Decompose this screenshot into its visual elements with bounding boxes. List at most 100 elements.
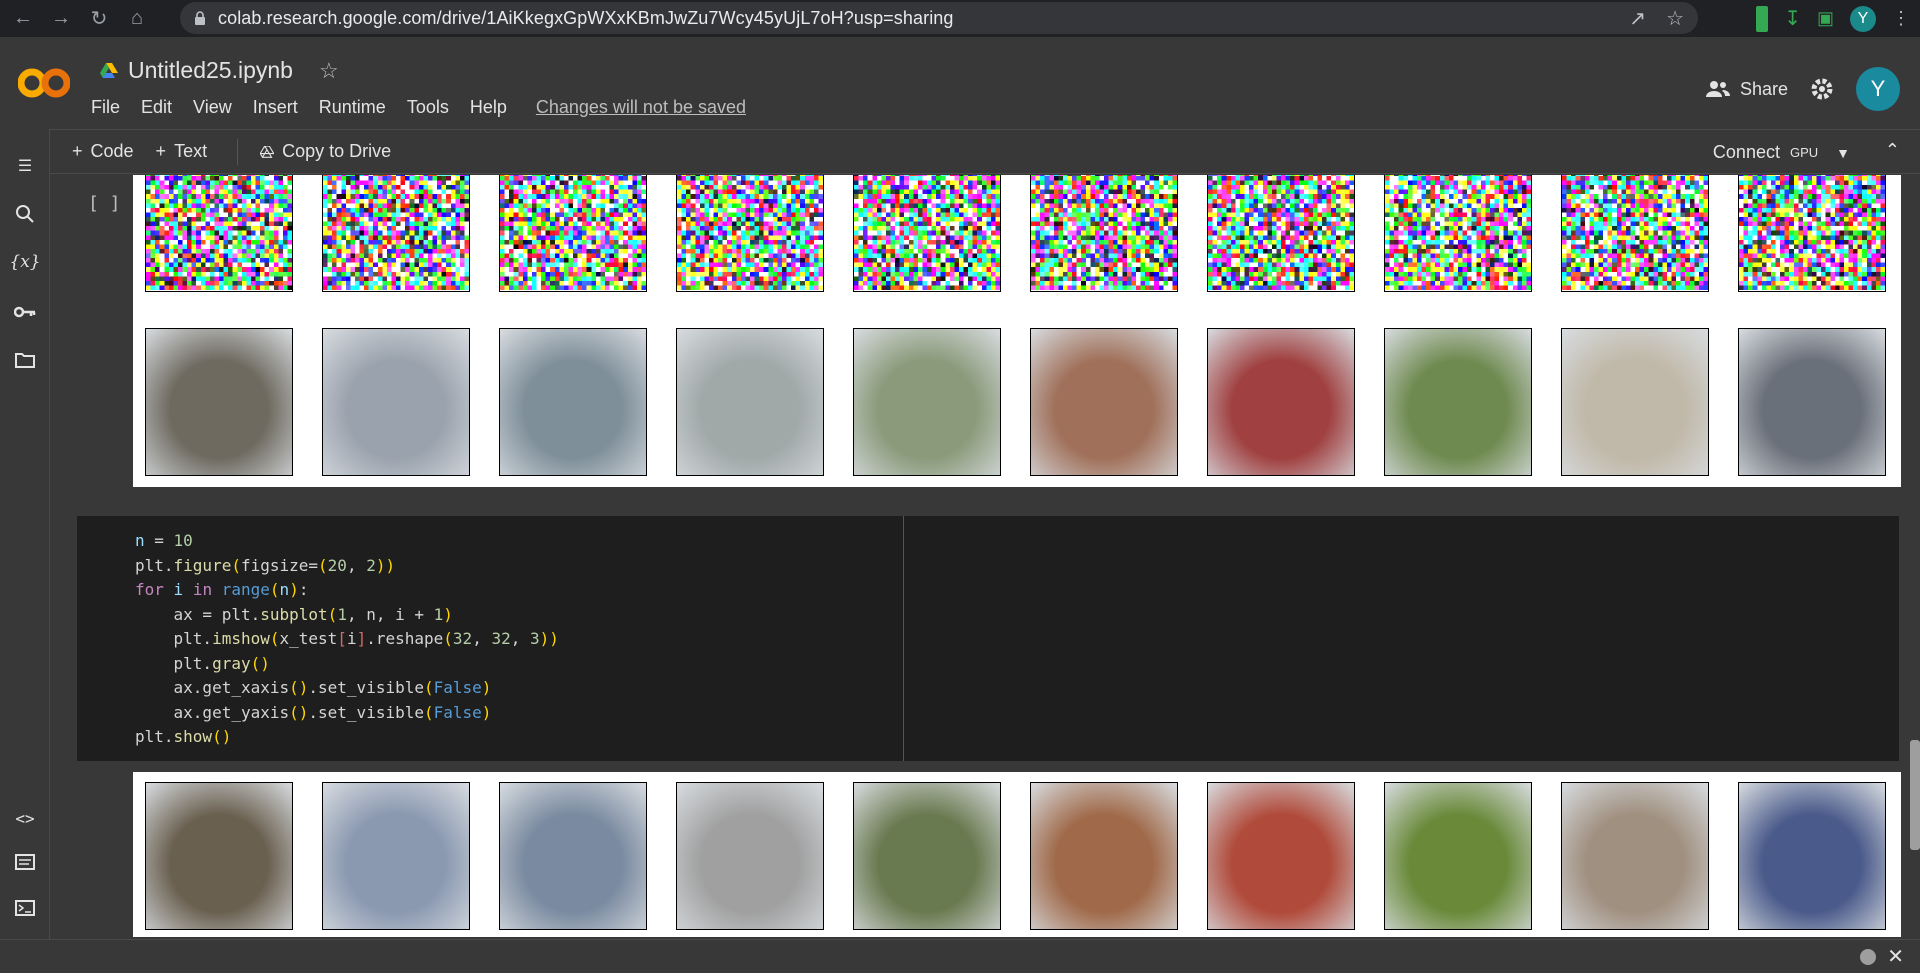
image-thumbnail <box>853 328 1001 476</box>
noisy-images-row <box>145 175 1886 292</box>
reload-icon[interactable]: ↻ <box>84 4 114 34</box>
image-thumbnail <box>1561 328 1709 476</box>
add-text-label: Text <box>174 141 208 161</box>
browser-profile-avatar[interactable]: Y <box>1850 5 1876 32</box>
image-thumbnail <box>1384 782 1532 930</box>
menu-runtime[interactable]: Runtime <box>319 97 397 118</box>
add-code-label: Code <box>90 141 134 161</box>
image-thumbnail <box>145 328 293 476</box>
image-thumbnail <box>1561 175 1709 292</box>
account-avatar[interactable]: Y <box>1856 67 1900 111</box>
code-line: plt.imshow(x_test[i].reshape(32, 32, 3)) <box>135 629 559 648</box>
share-page-icon[interactable]: ↗ <box>1629 6 1646 31</box>
share-button[interactable]: Share <box>1705 78 1788 100</box>
sidepanel-icon[interactable]: ▣ <box>1817 8 1834 29</box>
output-panel <box>133 772 1901 937</box>
image-thumbnail <box>1384 328 1532 476</box>
image-thumbnail <box>853 175 1001 292</box>
image-thumbnail <box>499 328 647 476</box>
code-line: plt.gray() <box>135 653 270 673</box>
code-line: for i in range(n): <box>135 580 309 599</box>
unsaved-changes-link[interactable]: Changes will not be saved <box>536 97 746 118</box>
output-panel <box>133 175 1901 487</box>
lock-icon <box>195 11 205 25</box>
image-thumbnail <box>676 328 824 476</box>
image-thumbnail <box>322 175 470 292</box>
image-thumbnail <box>1030 175 1178 292</box>
table-of-contents-icon[interactable]: ☰ <box>12 153 38 179</box>
menu-view[interactable]: View <box>193 97 243 118</box>
code-cell-divider <box>903 516 904 761</box>
image-thumbnail <box>1738 782 1886 930</box>
image-thumbnail <box>1738 175 1886 292</box>
search-icon[interactable] <box>12 201 38 227</box>
chevron-up-icon[interactable]: ⌃ <box>1885 140 1900 161</box>
star-icon[interactable]: ☆ <box>319 58 339 84</box>
back-icon[interactable]: ← <box>8 4 38 34</box>
original-images-row <box>145 782 1886 930</box>
image-thumbnail <box>1384 175 1532 292</box>
home-icon[interactable]: ⌂ <box>122 4 152 34</box>
address-bar[interactable]: colab.research.google.com/drive/1AiKkegx… <box>180 2 1698 34</box>
connect-button[interactable]: Connect GPU ▼ <box>1713 130 1850 175</box>
browser-toolbar: ← → ↻ ⌂ colab.research.google.com/drive/… <box>0 0 1920 37</box>
browser-menu-icon[interactable]: ⋮ <box>1892 8 1910 29</box>
menu-help[interactable]: Help <box>470 97 518 118</box>
notebook-area: [ ] [ ] n = 10 plt.figure(figsize=(20, 2… <box>51 175 1920 937</box>
image-thumbnail <box>145 782 293 930</box>
image-thumbnail <box>322 328 470 476</box>
menu-file[interactable]: File <box>91 97 131 118</box>
left-sidebar: ☰ {x} <> <box>0 129 50 939</box>
image-thumbnail <box>1207 175 1355 292</box>
extension-icon[interactable] <box>1756 5 1769 32</box>
terminal-icon[interactable] <box>12 895 38 921</box>
status-indicator <box>1860 949 1876 965</box>
drive-icon <box>260 145 275 158</box>
code-editor[interactable]: n = 10 plt.figure(figsize=(20, 2)) for i… <box>135 529 559 750</box>
image-thumbnail <box>499 175 647 292</box>
image-thumbnail <box>1030 782 1178 930</box>
add-text-button[interactable]: + Text <box>156 141 208 162</box>
key-icon[interactable] <box>12 299 38 325</box>
scrollbar-thumb[interactable] <box>1910 740 1920 850</box>
bookmark-star-icon[interactable]: ☆ <box>1666 6 1684 31</box>
image-thumbnail <box>1030 328 1178 476</box>
image-thumbnail <box>1561 782 1709 930</box>
code-line: ax.get_xaxis().set_visible(False) <box>135 678 492 697</box>
notebook-toolbar: + Code + Text Copy to Drive Connect GPU ▼ … <box>50 129 1920 174</box>
image-thumbnail <box>676 175 824 292</box>
image-thumbnail <box>499 782 647 930</box>
image-thumbnail <box>322 782 470 930</box>
copy-to-drive-label: Copy to Drive <box>282 141 392 161</box>
colab-logo <box>18 68 70 98</box>
dropdown-arrow-icon[interactable]: ▼ <box>1836 145 1850 161</box>
code-snippets-icon[interactable]: <> <box>12 805 38 831</box>
forward-icon[interactable]: → <box>46 4 76 34</box>
menu-tools[interactable]: Tools <box>407 97 460 118</box>
menu-insert[interactable]: Insert <box>253 97 309 118</box>
reconstructed-images-row <box>145 328 1886 476</box>
share-label: Share <box>1739 78 1788 99</box>
add-code-button[interactable]: + Code <box>72 141 134 162</box>
download-icon[interactable]: ↧ <box>1784 6 1801 31</box>
cell-run-indicator[interactable]: [ ] <box>88 193 121 214</box>
code-line: plt.figure(figsize=(20, 2)) <box>135 555 396 575</box>
status-bar: ✕ <box>0 939 1920 973</box>
notebook-title[interactable]: Untitled25.ipynb <box>128 57 293 84</box>
image-thumbnail <box>145 175 293 292</box>
folder-icon[interactable] <box>12 347 38 373</box>
close-icon[interactable]: ✕ <box>1887 944 1904 969</box>
settings-gear-icon[interactable] <box>1810 77 1834 101</box>
variables-icon[interactable]: {x} <box>9 249 40 275</box>
code-line: n = 10 <box>135 531 193 550</box>
image-thumbnail <box>676 782 824 930</box>
code-line: plt.show() <box>135 727 232 746</box>
code-line: ax = plt.subplot(1, n, i + 1) <box>135 604 453 624</box>
command-palette-icon[interactable] <box>12 849 38 875</box>
copy-to-drive-button[interactable]: Copy to Drive <box>260 141 391 162</box>
image-thumbnail <box>1207 782 1355 930</box>
menubar: File Edit View Insert Runtime Tools Help… <box>91 97 746 118</box>
plus-icon: + <box>72 141 83 161</box>
plus-icon: + <box>155 141 167 161</box>
menu-edit[interactable]: Edit <box>141 97 183 118</box>
